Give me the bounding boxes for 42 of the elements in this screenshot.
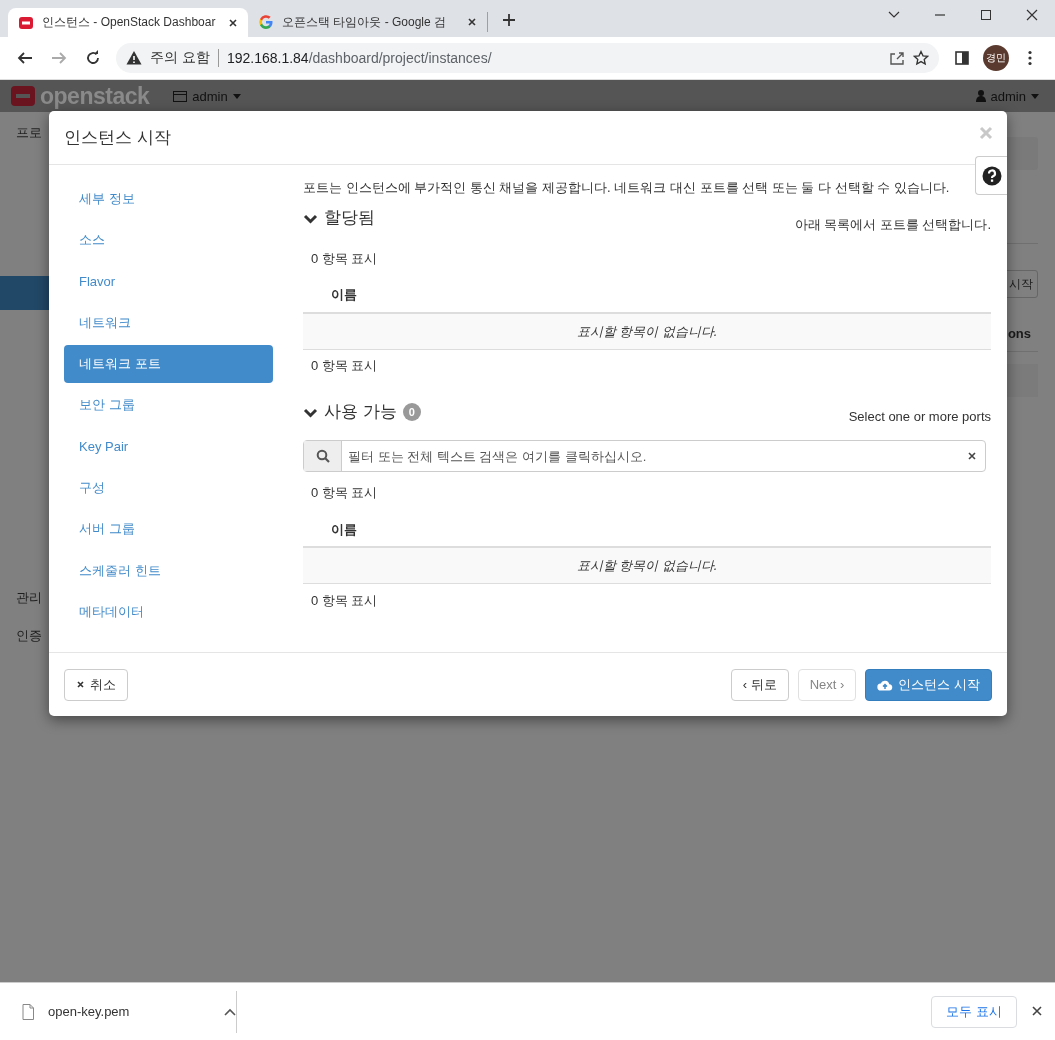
item-count: 0 항목 표시 xyxy=(311,592,378,610)
wizard-step[interactable]: 서버 그룹 xyxy=(64,510,273,549)
project-dropdown[interactable]: admin xyxy=(173,88,241,104)
filter-field[interactable]: 필터 또는 전체 텍스트 검색은 여기를 클릭하십시오. xyxy=(342,441,959,471)
browser-tab[interactable]: 오픈스택 타임아웃 - Google 검 xyxy=(248,12,488,32)
description-text: 포트는 인스턴스에 부가적인 통신 채널을 제공합니다. 네트워크 대신 포트를 선택 또는 둘 다 선택할 수 있습니다. xyxy=(303,180,951,196)
download-item[interactable]: open-key.pem xyxy=(0,990,237,1033)
column-header: ons xyxy=(1007,325,1031,343)
security-label: 주의 요함 xyxy=(150,49,219,67)
wizard-step[interactable]: 보안 그룹 xyxy=(64,386,273,425)
item-count: 0 항목 표시 xyxy=(311,484,378,502)
wizard-step[interactable]: 네트워크 포트 xyxy=(64,345,273,384)
wizard-step[interactable]: 메타데이터 xyxy=(64,592,273,631)
help-text: Select one or more ports xyxy=(848,408,991,426)
empty-row: 표시할 항목이 없습니다. xyxy=(303,314,991,350)
wizard-step[interactable]: Key Pair xyxy=(64,427,273,466)
wizard-step[interactable]: Flavor xyxy=(64,262,273,301)
item-count: 0 항목 표시 xyxy=(311,357,378,375)
search-field[interactable]: 필터 또는 전체 텍스트 검색은 여기를 클릭하십시오. xyxy=(303,440,986,472)
wizard-step[interactable]: 세부 정보 xyxy=(64,180,273,218)
browser-tab[interactable]: 인스턴스 - OpenStack Dashboar xyxy=(8,8,248,37)
profile-avatar[interactable]: 경민 xyxy=(983,45,1009,71)
show-all-button[interactable]: 모두 표시 xyxy=(931,995,1017,1028)
cancel-button[interactable]: 취소 xyxy=(64,668,128,701)
item-count: 0 항목 표시 xyxy=(311,250,378,268)
help-text: 아래 목록에서 포트를 선택합니다. xyxy=(794,216,991,234)
wizard-step[interactable]: 소스 xyxy=(64,221,273,260)
column-header: 이름 xyxy=(331,521,357,539)
section-title[interactable]: 사용 가능 xyxy=(324,400,397,424)
address-bar[interactable]: 주의 요함 192.168.1.84/dashboard/project/instances/ xyxy=(116,43,939,73)
column-header: 이름 xyxy=(331,286,357,304)
wizard-step[interactable]: 네트워크 xyxy=(64,303,273,342)
empty-row: 표시할 항목이 없습니다. xyxy=(303,548,991,584)
section-title[interactable]: 할당됨 xyxy=(324,206,375,230)
user-dropdown[interactable]: admin xyxy=(975,88,1039,104)
back-button[interactable]: ‹ 뒤로 xyxy=(730,668,789,701)
launch-instance-button[interactable]: 인스턴스 시작 xyxy=(865,668,992,701)
dialog-title: 인스턴스 시작 xyxy=(64,127,171,149)
wizard-step[interactable]: 스케줄러 힌트 xyxy=(64,551,273,590)
url-text: 192.168.1.84/dashboard/project/instances/ xyxy=(226,50,493,66)
wizard-step[interactable]: 구성 xyxy=(64,469,273,508)
count-badge: 0 xyxy=(402,403,421,421)
